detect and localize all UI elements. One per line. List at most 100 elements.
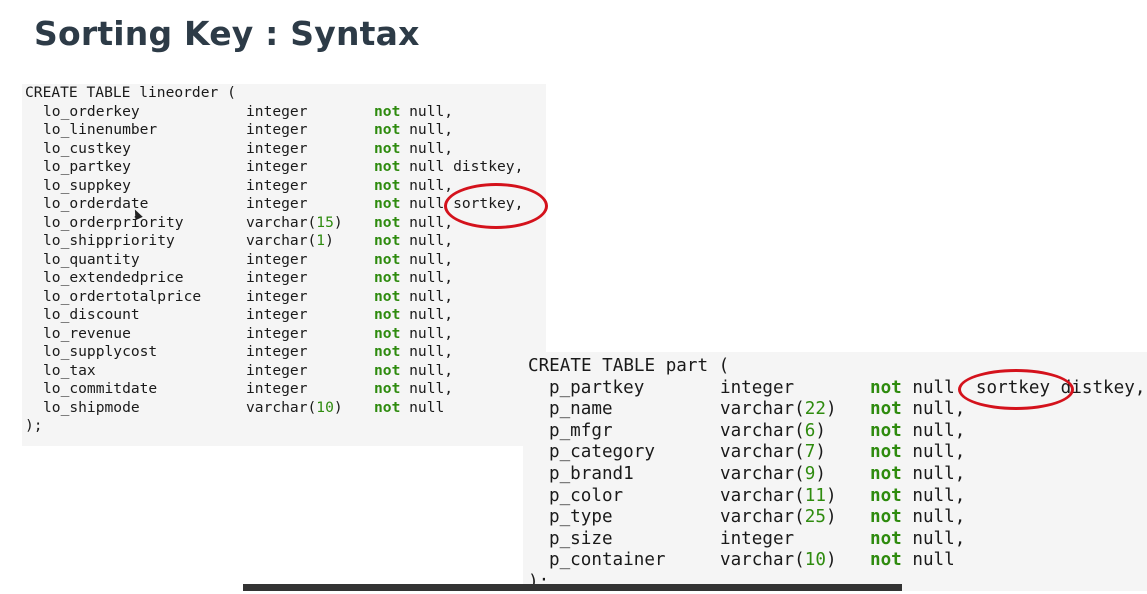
column-definition-row: p_type varchar(25) not null, (523, 507, 1147, 529)
column-constraint: not null (374, 399, 444, 418)
not-keyword: not (870, 485, 902, 506)
not-keyword: not (374, 361, 401, 379)
column-type: varchar(10) (246, 398, 343, 416)
column-definition-row: lo_custkey integer not null, (22, 140, 546, 159)
not-keyword: not (870, 420, 902, 441)
not-keyword: not (374, 176, 401, 194)
column-name: lo_discount (43, 306, 140, 323)
column-definition-row: lo_discount integer not null, (22, 306, 546, 325)
column-type: integer (246, 324, 308, 342)
constraint-rest: null, (901, 507, 966, 528)
column-name: lo_revenue (43, 324, 131, 342)
not-keyword: not (870, 507, 902, 528)
column-name: lo_commitdate (43, 380, 158, 397)
column-name: lo_shippriority (43, 232, 175, 249)
column-name: p_partkey (549, 377, 645, 398)
constraint-rest: null (901, 550, 955, 571)
column-constraint: not null, (374, 306, 453, 325)
column-name: p_category (549, 442, 655, 463)
column-name: p_brand1 (549, 464, 634, 484)
constraint-rest: null, (400, 139, 454, 157)
column-type: varchar(25) (720, 507, 837, 528)
column-constraint: not null, (374, 232, 453, 251)
not-keyword: not (870, 399, 902, 420)
column-definition-row: lo_quantity integer not null, (22, 251, 546, 270)
not-keyword: not (374, 287, 401, 305)
column-type: varchar(15) (246, 213, 343, 231)
column-definition-row: lo_supplycost integer not null, (22, 343, 546, 362)
column-name: lo_orderpriority (43, 213, 184, 231)
create-table-header: CREATE TABLE lineorder ( (25, 84, 236, 101)
constraint-rest: null, (400, 306, 454, 323)
constraint-rest: null, (901, 528, 966, 549)
column-constraint: not null, (870, 421, 965, 443)
column-definition-row: p_category varchar(7) not null, (523, 442, 1147, 464)
column-type: integer (246, 121, 308, 138)
column-constraint: not null, (374, 177, 453, 196)
column-name: lo_quantity (43, 250, 140, 268)
constraint-rest: null, (400, 361, 454, 379)
column-constraint: not null distkey, (374, 158, 523, 177)
column-definition-row: lo_commitdate integer not null, (22, 380, 546, 399)
not-keyword: not (374, 343, 401, 360)
constraint-rest: null, (400, 232, 454, 249)
create-table-footer: ); (25, 417, 43, 434)
constraint-rest: null, (901, 464, 966, 484)
column-type: varchar(1) (246, 232, 334, 249)
not-keyword: not (374, 139, 401, 157)
column-definition-row: lo_orderkey integer not null, (22, 103, 546, 122)
constraint-rest: null distkey, (400, 158, 524, 175)
column-name: p_mfgr (549, 420, 613, 441)
column-definition-row: lo_ordertotalprice integer not null, (22, 288, 546, 307)
not-keyword: not (870, 464, 902, 484)
column-definition-row: lo_linenumber integer not null, (22, 121, 546, 140)
column-name: p_size (549, 528, 613, 549)
slide-title: Sorting Key : Syntax (34, 14, 420, 53)
not-keyword: not (374, 158, 401, 175)
column-type: integer (246, 250, 308, 268)
constraint-rest: null, (901, 485, 966, 506)
not-keyword: not (374, 306, 401, 323)
not-keyword: not (374, 102, 401, 120)
not-keyword: not (870, 528, 902, 549)
constraint-rest: null, (400, 324, 454, 342)
column-constraint: not null (870, 550, 955, 572)
lineorder-code-block: CREATE TABLE lineorder (lo_orderkeyinteg… (22, 84, 546, 446)
create-table-header: CREATE TABLE part ( (528, 356, 730, 376)
column-definition-row: p_brand1 varchar(9) not null, (523, 464, 1147, 486)
constraint-rest: null, (400, 213, 454, 231)
constraint-rest: null, (901, 442, 966, 463)
column-name: lo_supplycost (43, 343, 158, 360)
constraint-rest: null, (400, 250, 454, 268)
column-type: integer (246, 176, 308, 194)
column-constraint: not null, (374, 103, 453, 122)
column-type: integer (246, 139, 308, 157)
column-type: integer (246, 102, 308, 120)
column-type: varchar(11) (720, 485, 837, 506)
column-type: integer (246, 380, 308, 397)
column-constraint: not null, (374, 269, 453, 288)
constraint-rest: null, (400, 121, 454, 138)
column-type: integer (246, 343, 308, 360)
column-name: p_type (549, 507, 613, 528)
column-name: p_name (549, 399, 613, 420)
not-keyword: not (374, 324, 401, 342)
column-type: varchar(7) (720, 442, 826, 463)
column-name: lo_tax (43, 361, 96, 379)
constraint-rest: null (400, 398, 445, 416)
column-definition-row: lo_revenue integer not null, (22, 325, 546, 344)
column-name: lo_orderkey (43, 102, 140, 120)
column-constraint: not null, (870, 464, 965, 486)
column-type: integer (246, 306, 308, 323)
column-name: p_container (549, 550, 666, 571)
column-definition-row: lo_shippriority varchar(1) not null, (22, 232, 546, 251)
not-keyword: not (374, 195, 401, 212)
not-keyword: not (870, 442, 902, 463)
column-constraint: not null, (374, 214, 453, 233)
column-type: varchar(22) (720, 399, 837, 420)
constraint-rest: null, (901, 399, 966, 420)
constraint-rest: null, (400, 102, 454, 120)
column-definition-row: p_mfgr varchar(6) not null, (523, 421, 1147, 443)
constraint-rest: null, (400, 343, 454, 360)
sortkey-highlight-circle-part (958, 369, 1074, 410)
